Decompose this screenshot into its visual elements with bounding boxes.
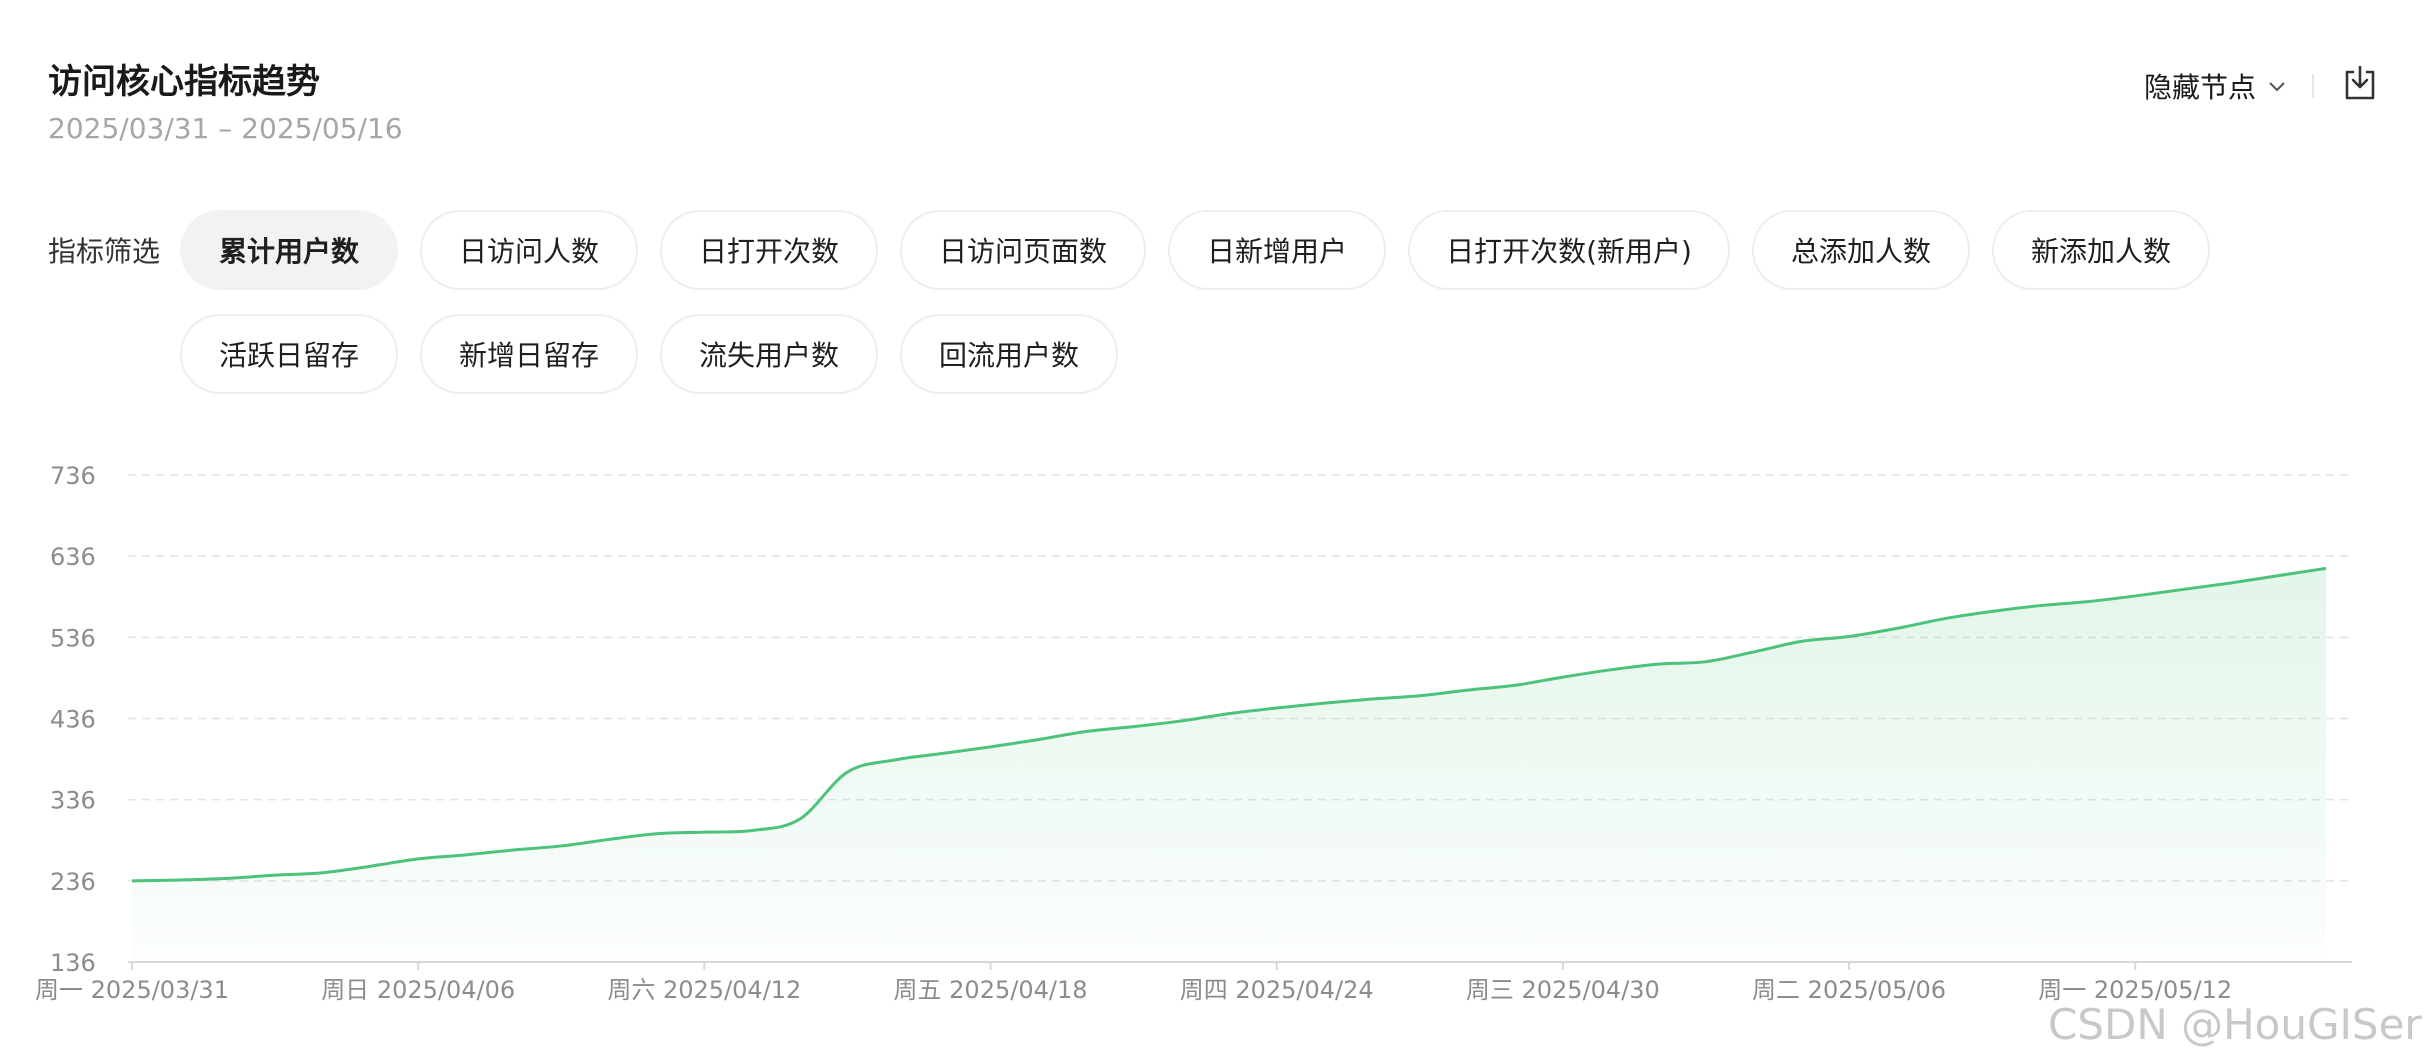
hide-nodes-label: 隐藏节点	[2144, 71, 2257, 104]
x-tick-label: 周六 2025/04/12	[607, 976, 801, 1004]
y-tick-label: 236	[50, 868, 96, 896]
y-tick-label: 536	[50, 624, 96, 652]
trend-chart[interactable]: 136 236 336 436 536 636 736 周一 2025/03/31 周日 20…	[0, 430, 2426, 1050]
x-tick-label: 周五 2025/04/18	[894, 976, 1088, 1004]
download-icon[interactable]	[2340, 64, 2380, 104]
chip-cumulative-users[interactable]: 累计用户数	[180, 210, 398, 290]
x-tick-label: 周三 2025/04/30	[1466, 976, 1660, 1004]
chip-daily-new-users[interactable]: 日新增用户	[1168, 210, 1386, 290]
chip-new-retention[interactable]: 新增日留存	[420, 314, 638, 394]
chip-returning-users[interactable]: 回流用户数	[900, 314, 1118, 394]
chip-daily-opens[interactable]: 日打开次数	[660, 210, 878, 290]
chip-daily-pageviews[interactable]: 日访问页面数	[900, 210, 1146, 290]
toolbar-divider	[2312, 74, 2314, 98]
date-range: 2025/03/31 – 2025/05/16	[48, 112, 403, 145]
watermark: CSDN @HouGISer	[2048, 1000, 2422, 1049]
y-tick-label: 436	[50, 706, 96, 734]
chip-new-added[interactable]: 新添加人数	[1992, 210, 2210, 290]
series-area	[132, 568, 2326, 962]
y-tick-label: 336	[50, 787, 96, 815]
y-tick-label: 736	[50, 462, 96, 490]
x-tick-label: 周一 2025/03/31	[35, 976, 229, 1004]
x-tick-label: 周日 2025/04/06	[321, 976, 515, 1004]
x-tick-label: 周二 2025/05/06	[1752, 976, 1946, 1004]
y-tick-label: 136	[50, 949, 96, 977]
filter-label: 指标筛选	[48, 235, 161, 268]
chip-daily-visitors[interactable]: 日访问人数	[420, 210, 638, 290]
x-tick-label: 周四 2025/04/24	[1180, 976, 1374, 1004]
chevron-down-icon	[2269, 82, 2285, 92]
chip-total-added[interactable]: 总添加人数	[1752, 210, 1970, 290]
hide-nodes-dropdown[interactable]: 隐藏节点	[2144, 66, 2288, 106]
chip-churned-users[interactable]: 流失用户数	[660, 314, 878, 394]
y-tick-label: 636	[50, 543, 96, 571]
chip-daily-opens-new-users[interactable]: 日打开次数(新用户)	[1408, 210, 1730, 290]
chip-active-retention[interactable]: 活跃日留存	[180, 314, 398, 394]
page-title: 访问核心指标趋势	[48, 62, 320, 102]
